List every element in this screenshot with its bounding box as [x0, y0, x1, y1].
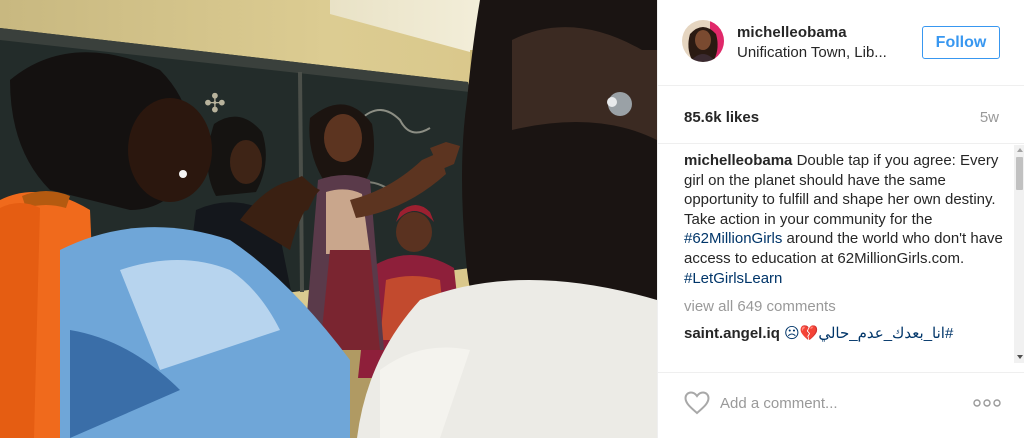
heart-icon[interactable] [684, 391, 710, 415]
post-location[interactable]: Unification Town, Lib... [737, 44, 887, 61]
classroom-photo: ✣ [0, 0, 657, 438]
post-photo[interactable]: ✣ [0, 0, 657, 438]
view-all-comments-link[interactable]: view all 649 comments [684, 297, 1006, 317]
instagram-post: ✣ michelleobama Unification Town, Lib...… [0, 0, 1024, 438]
avatar[interactable] [682, 20, 724, 62]
svg-text:✣: ✣ [204, 89, 226, 119]
comment-text[interactable]: #انا_بعدك_عدم_حالي💔☹ [784, 325, 953, 342]
scroll-down-arrow-icon[interactable] [1017, 355, 1023, 359]
post-time[interactable]: 5w [980, 109, 999, 126]
profile-picture-icon [682, 20, 724, 62]
follow-button[interactable]: Follow [922, 26, 1000, 59]
comment-item: saint.angel.iq #انا_بعدك_عدم_حالي💔☹ [684, 324, 1006, 344]
comments-list: michelleobama Double tap if you agree: E… [684, 151, 1006, 363]
comments-scrollbar[interactable] [1014, 145, 1024, 363]
scroll-thumb[interactable] [1016, 157, 1023, 190]
post-header: michelleobama Unification Town, Lib... F… [658, 0, 1024, 86]
scroll-up-arrow-icon[interactable] [1017, 148, 1023, 152]
add-comment-row [658, 372, 1024, 438]
likes-count[interactable]: 85.6k likes [684, 109, 759, 126]
comment-username[interactable]: saint.angel.iq [684, 325, 780, 342]
likes-row: 85.6k likes 5w [658, 86, 1024, 144]
more-options-icon[interactable] [973, 399, 1001, 407]
post-side-panel: michelleobama Unification Town, Lib... F… [657, 0, 1024, 438]
caption: michelleobama Double tap if you agree: E… [684, 151, 1006, 288]
caption-username[interactable]: michelleobama [684, 152, 792, 169]
add-comment-input[interactable] [720, 391, 960, 415]
hashtag-link[interactable]: #62MillionGirls [684, 230, 782, 247]
post-username[interactable]: michelleobama [737, 24, 847, 41]
hashtag-link[interactable]: #LetGirlsLearn [684, 270, 782, 287]
